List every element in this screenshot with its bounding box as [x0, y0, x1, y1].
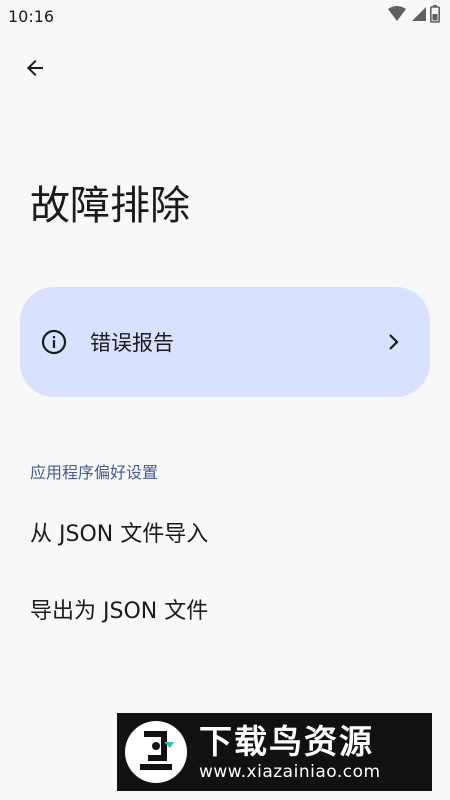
watermark-banner: 下载鸟资源 www.xiazainiao.com	[117, 713, 432, 791]
status-time: 10:16	[8, 6, 55, 26]
import-json-item[interactable]: 从 JSON 文件导入	[30, 516, 208, 548]
back-button[interactable]	[14, 50, 56, 90]
export-json-item[interactable]: 导出为 JSON 文件	[30, 593, 208, 625]
arrow-back-icon	[23, 56, 47, 84]
watermark-title: 下载鸟资源	[199, 722, 374, 761]
page-title: 故障排除	[30, 183, 190, 229]
watermark-text: 下载鸟资源 www.xiazainiao.com	[199, 722, 381, 782]
watermark-url: www.xiazainiao.com	[199, 762, 381, 782]
battery-icon	[430, 5, 440, 27]
error-report-label: 错误报告	[90, 331, 174, 355]
wifi-icon	[388, 6, 406, 26]
section-header-app-preferences: 应用程序偏好设置	[30, 463, 159, 482]
info-icon	[40, 328, 68, 356]
signal-icon	[410, 6, 426, 26]
chevron-right-icon	[384, 332, 404, 352]
error-report-item[interactable]: 错误报告	[20, 287, 430, 397]
status-bar: 10:16	[0, 0, 450, 32]
status-icons	[388, 5, 440, 27]
watermark-logo	[125, 721, 187, 783]
